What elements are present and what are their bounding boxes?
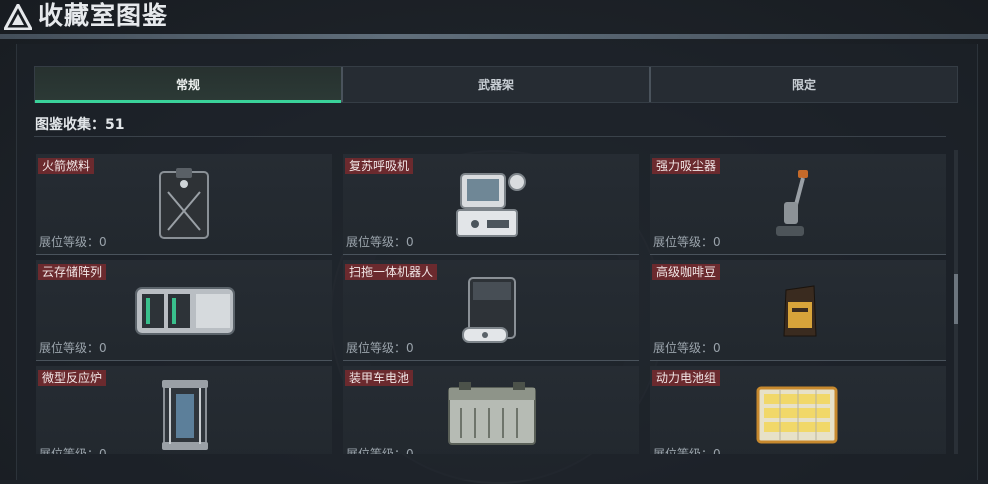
item-name: 云存储阵列 (38, 264, 107, 280)
item-name: 复苏呼吸机 (345, 158, 414, 174)
coffee-bag-icon (783, 285, 817, 337)
item-name: 强力吸尘器 (652, 158, 721, 174)
vacuum-cleaner-icon (776, 170, 808, 236)
scrollbar-thumb[interactable] (954, 274, 958, 324)
item-name: 动力电池组 (652, 370, 721, 386)
item-card-vacuum[interactable]: 强力吸尘器 展位等级：0 (650, 154, 946, 255)
item-card-coffee-beans[interactable]: 高级咖啡豆 展位等级：0 (650, 260, 946, 361)
fuel-canister-icon (159, 168, 209, 239)
section-divider (34, 136, 946, 137)
header: 收藏室图鉴 (0, 0, 988, 34)
robot-mop-icon (462, 277, 516, 343)
collection-count: 图鉴收集：51 (35, 117, 125, 133)
tab-limited[interactable]: 限定 (649, 67, 957, 102)
item-level: 展位等级：0 (346, 447, 414, 454)
item-level: 展位等级：0 (39, 447, 107, 454)
tab-regular[interactable]: 常规 (35, 67, 341, 103)
item-name: 微型反应炉 (38, 370, 107, 386)
item-level: 展位等级：0 (346, 235, 414, 249)
item-grid: 火箭燃料 展位等级：0 复苏呼吸机 展位等级：0 强力吸尘器 展位等级：0 云存… (36, 154, 946, 454)
grid-scrollbar[interactable] (954, 150, 958, 454)
page-title: 收藏室图鉴 (38, 1, 169, 30)
header-divider (0, 34, 988, 39)
item-name: 扫拖一体机器人 (345, 264, 438, 280)
item-level: 展位等级：0 (653, 447, 721, 454)
ventilator-icon (456, 173, 526, 237)
category-tabs: 常规 武器架 限定 (34, 66, 958, 103)
item-card-power-battery-pack[interactable]: 动力电池组 展位等级：0 (650, 366, 946, 454)
logo-icon (4, 4, 32, 30)
car-battery-icon (448, 382, 536, 445)
item-level: 展位等级：0 (653, 235, 721, 249)
item-card-storage-array[interactable]: 云存储阵列 展位等级：0 (36, 260, 332, 361)
battery-pack-icon (756, 386, 838, 444)
item-level: 展位等级：0 (346, 341, 414, 355)
item-card-robot-mop[interactable]: 扫拖一体机器人 展位等级：0 (343, 260, 639, 361)
item-name: 高级咖啡豆 (652, 264, 721, 280)
reactor-icon (162, 380, 208, 450)
item-level: 展位等级：0 (653, 341, 721, 355)
item-card-armored-battery[interactable]: 装甲车电池 展位等级：0 (343, 366, 639, 454)
item-level: 展位等级：0 (39, 235, 107, 249)
item-card-ventilator[interactable]: 复苏呼吸机 展位等级：0 (343, 154, 639, 255)
item-card-micro-reactor[interactable]: 微型反应炉 展位等级：0 (36, 366, 332, 454)
item-name: 装甲车电池 (345, 370, 414, 386)
tab-weapon-rack[interactable]: 武器架 (341, 67, 649, 102)
item-level: 展位等级：0 (39, 341, 107, 355)
item-name: 火箭燃料 (38, 158, 95, 174)
storage-array-icon (135, 287, 235, 335)
item-card-rocket-fuel[interactable]: 火箭燃料 展位等级：0 (36, 154, 332, 255)
